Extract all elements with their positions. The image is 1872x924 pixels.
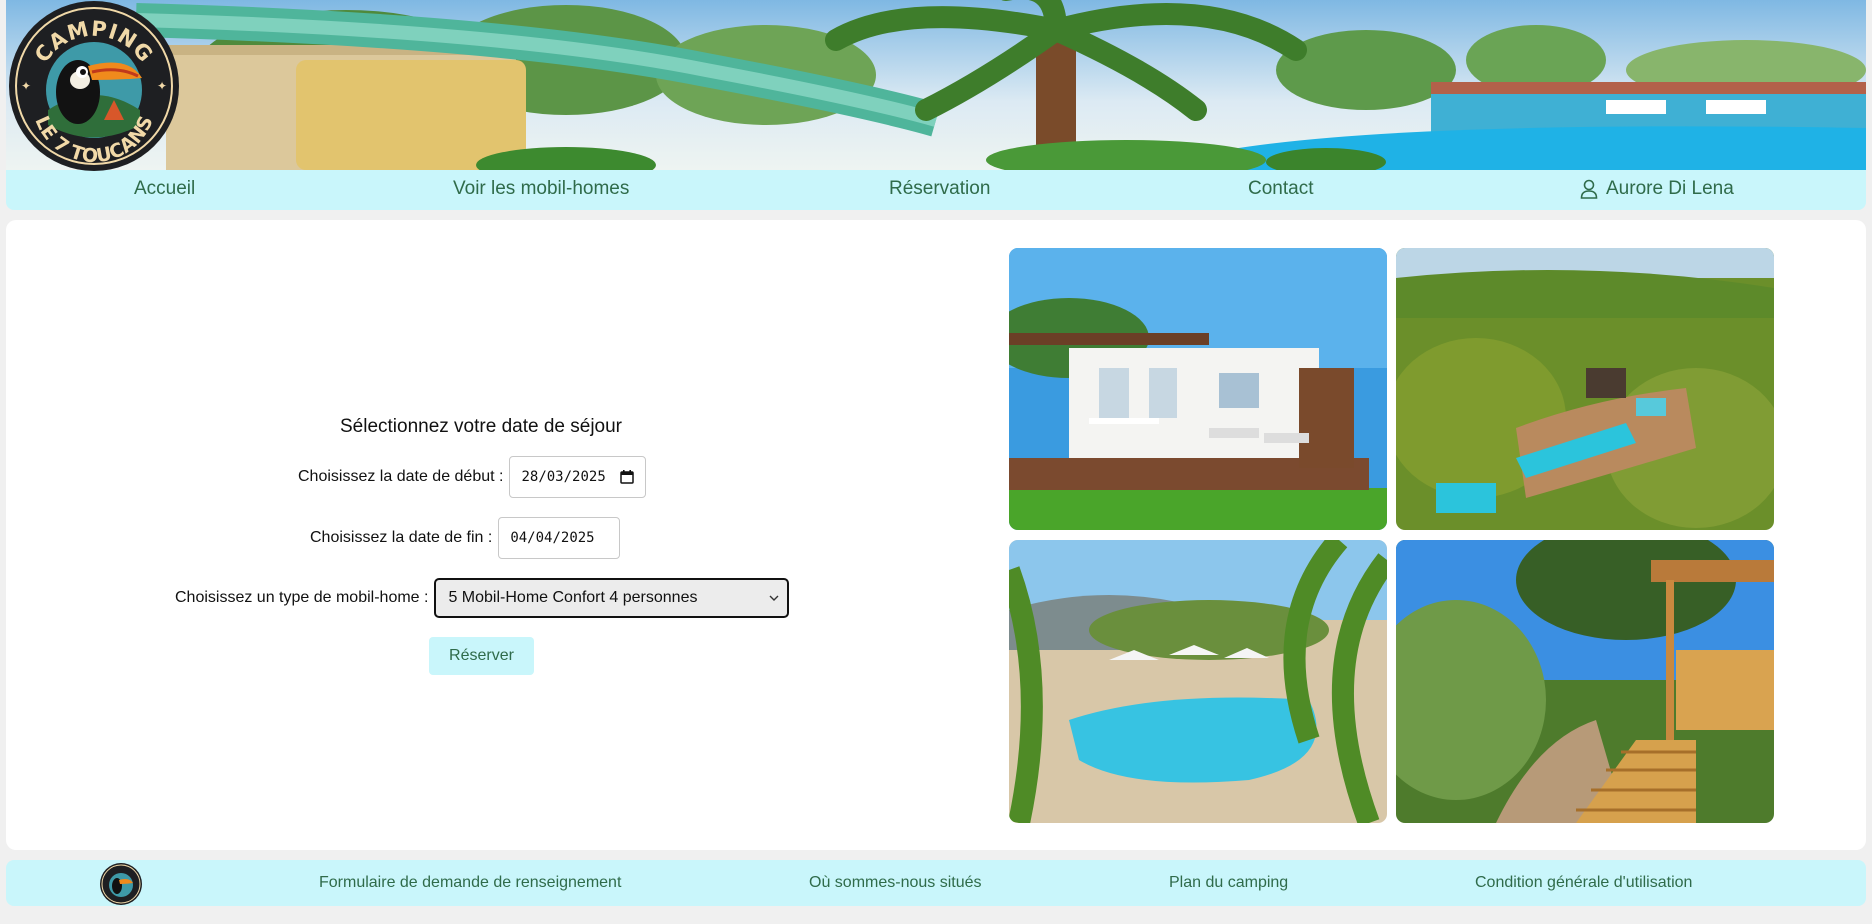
nav-user-account[interactable]: Aurore Di Lena — [1580, 178, 1734, 200]
user-name: Aurore Di Lena — [1606, 178, 1734, 199]
footer-link-renseignement[interactable]: Formulaire de demande de renseignement — [319, 874, 621, 892]
header-banner — [6, 0, 1866, 170]
nav-accueil[interactable]: Accueil — [134, 178, 195, 200]
footer-link-plan[interactable]: Plan du camping — [1169, 874, 1288, 892]
footer-link-localisation[interactable]: Où sommes-nous situés — [809, 874, 982, 892]
gallery-photo-aerial — [1396, 248, 1774, 530]
camping-logo[interactable]: CAMPING LE 7 TOUCANS ✦ ✦ — [8, 0, 180, 172]
footer-link-cgu[interactable]: Condition générale d'utilisation — [1475, 874, 1692, 892]
gallery-photo-mobil-home — [1009, 248, 1387, 530]
mobil-home-type-value: 5 Mobil-Home Confort 4 personnes — [448, 589, 698, 606]
gallery-photo-stairs — [1396, 540, 1774, 823]
chevron-down-icon — [769, 595, 779, 601]
nav-voir-mobil-homes[interactable]: Voir les mobil-homes — [453, 178, 629, 200]
reservation-card: Sélectionnez votre date de séjour Choisi… — [6, 220, 1866, 850]
main-nav: Accueil Voir les mobil-homes Réservation… — [6, 170, 1866, 210]
nav-contact[interactable]: Contact — [1248, 178, 1313, 200]
end-date-label: Choisissez la date de fin : — [310, 529, 493, 546]
start-date-input[interactable]: 28/03/2025 — [509, 456, 646, 498]
start-date-row: Choisissez la date de début : 28/03/2025 — [298, 456, 646, 498]
gallery-photo-pool — [1009, 540, 1387, 823]
calendar-icon[interactable] — [620, 470, 634, 484]
start-date-label: Choisissez la date de début : — [298, 468, 504, 485]
banner-image — [6, 0, 1866, 170]
footer-logo[interactable] — [99, 862, 143, 906]
nav-reservation[interactable]: Réservation — [889, 178, 990, 200]
end-date-input[interactable]: 04/04/2025 — [498, 517, 620, 559]
svg-text:✦: ✦ — [21, 79, 31, 93]
mobil-home-type-label: Choisissez un type de mobil-home : — [175, 589, 429, 606]
mobil-home-type-row: Choisissez un type de mobil-home : 5 Mob… — [175, 578, 790, 618]
user-icon — [1580, 179, 1598, 199]
mobil-home-type-select[interactable]: 5 Mobil-Home Confort 4 personnes — [434, 578, 790, 618]
svg-text:✦: ✦ — [157, 79, 167, 93]
end-date-row: Choisissez la date de fin : 04/04/2025 — [310, 517, 620, 559]
reserve-button[interactable]: Réserver — [429, 637, 534, 675]
start-date-value: 28/03/2025 — [521, 469, 606, 485]
form-title: Sélectionnez votre date de séjour — [339, 416, 622, 437]
footer: Formulaire de demande de renseignement O… — [6, 860, 1866, 906]
end-date-value: 04/04/2025 — [510, 530, 595, 546]
